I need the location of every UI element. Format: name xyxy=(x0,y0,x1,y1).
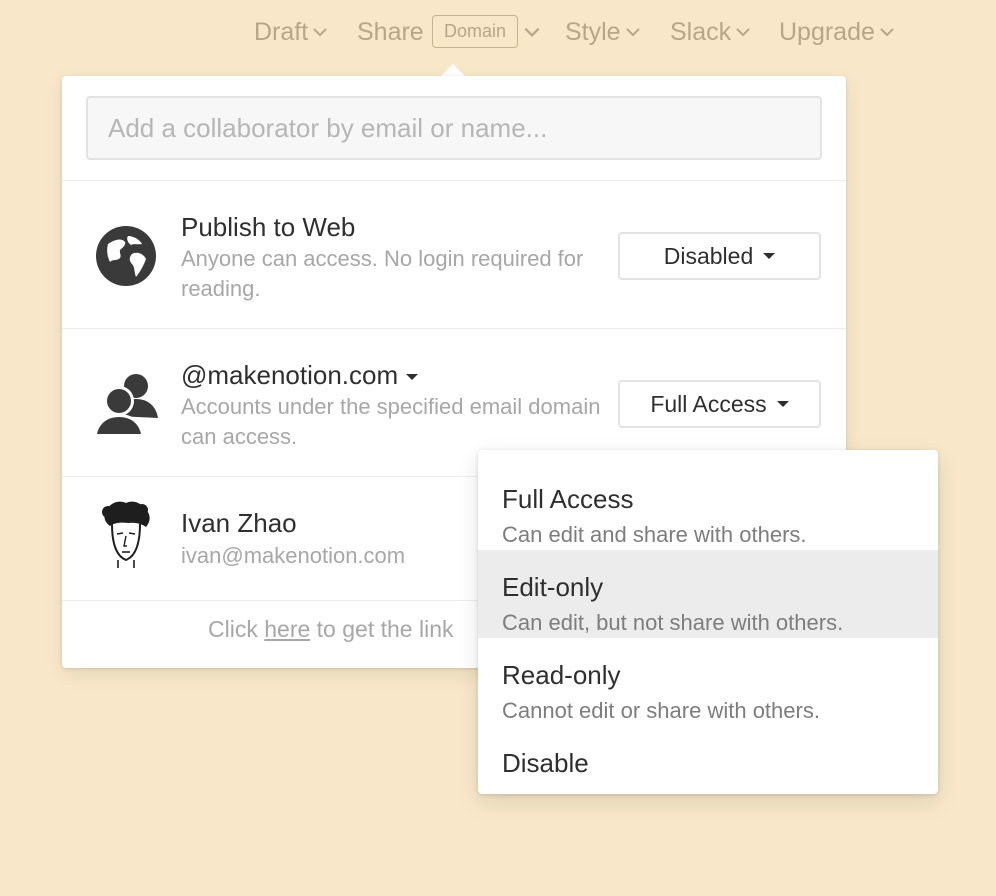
footer-prefix: Click xyxy=(208,616,265,642)
domain-access-select[interactable]: Full Access xyxy=(618,380,821,428)
nav-draft-label: Draft xyxy=(254,17,309,46)
avatar xyxy=(102,501,150,568)
chevron-down-icon xyxy=(625,28,640,37)
menu-item-desc: Cannot edit or share with others. xyxy=(502,698,820,723)
nav-upgrade-label: Upgrade xyxy=(779,17,875,46)
nav-draft[interactable]: Draft xyxy=(254,14,329,50)
menu-item-desc: Can edit and share with others. xyxy=(502,522,807,547)
caret-down-icon xyxy=(406,374,419,381)
group-icon xyxy=(94,374,158,434)
nav-upgrade[interactable]: Upgrade xyxy=(779,14,896,50)
divider xyxy=(62,328,846,329)
top-nav: Draft Share Domain Style Slack Upgrade xyxy=(0,0,996,64)
domain-badge[interactable]: Domain xyxy=(432,15,518,48)
access-menu: Full Access Can edit and share with othe… xyxy=(478,450,938,794)
chevron-down-icon[interactable] xyxy=(522,22,542,42)
domain-access-value: Full Access xyxy=(650,390,767,417)
nav-style[interactable]: Style xyxy=(565,14,642,50)
menu-item-label: Disable xyxy=(502,748,589,778)
nav-slack[interactable]: Slack xyxy=(670,14,752,50)
caret-down-icon xyxy=(763,253,776,259)
chevron-down-icon xyxy=(313,28,327,37)
domain-desc: Accounts under the specified email domai… xyxy=(181,394,601,449)
divider xyxy=(62,180,846,181)
publish-desc: Anyone can access. No login required for… xyxy=(181,246,584,301)
caret-down-icon xyxy=(776,401,789,407)
invite-input[interactable] xyxy=(86,96,822,160)
footer-link-text: Click here to get the link xyxy=(208,616,453,643)
user-name: Ivan Zhao xyxy=(181,508,297,538)
menu-item-full-access[interactable]: Full Access Can edit and share with othe… xyxy=(478,462,938,550)
domain-title: @makenotion.com xyxy=(181,360,399,390)
domain-selector[interactable]: @makenotion.com xyxy=(181,360,419,391)
menu-item-label: Read-only xyxy=(502,660,621,690)
menu-item-read-only[interactable]: Read-only Cannot edit or share with othe… xyxy=(478,638,938,726)
menu-item-disable[interactable]: Disable xyxy=(478,726,938,786)
publish-select[interactable]: Disabled xyxy=(618,232,821,280)
menu-item-desc: Can edit, but not share with others. xyxy=(502,610,844,635)
nav-share[interactable]: Share xyxy=(357,14,424,50)
chevron-down-icon xyxy=(736,28,750,37)
nav-share-label: Share xyxy=(357,17,424,46)
publish-select-value: Disabled xyxy=(663,242,754,269)
chevron-down-icon xyxy=(880,28,894,37)
footer-suffix: to get the link xyxy=(310,616,454,642)
nav-style-label: Style xyxy=(565,17,621,46)
menu-item-label: Edit-only xyxy=(502,572,604,602)
menu-item-edit-only[interactable]: Edit-only Can edit, but not share with o… xyxy=(478,550,938,638)
menu-caret xyxy=(692,437,720,451)
publish-title: Publish to Web xyxy=(181,212,356,242)
get-link-link[interactable]: here xyxy=(264,616,310,642)
globe-icon xyxy=(96,226,156,286)
nav-slack-label: Slack xyxy=(670,17,732,46)
menu-item-label: Full Access xyxy=(502,484,634,514)
